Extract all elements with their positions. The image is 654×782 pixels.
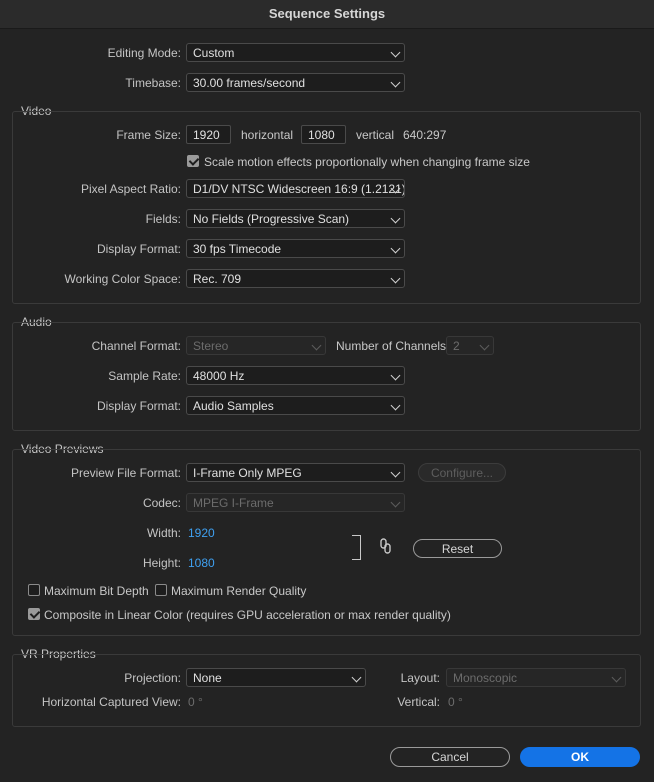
preview-width-label: Width: — [146, 526, 181, 540]
fields-value: No Fields (Progressive Scan) — [193, 212, 350, 226]
channel-format-dropdown[interactable]: Stereo — [186, 336, 326, 355]
cancel-button[interactable]: Cancel — [390, 747, 510, 767]
preview-format-value: I-Frame Only MPEG — [193, 466, 302, 480]
chevron-down-icon — [390, 243, 401, 254]
projection-dropdown[interactable]: None — [186, 668, 366, 687]
num-channels-dropdown[interactable]: 2 — [446, 336, 494, 355]
frame-size-label: Frame Size: — [116, 128, 181, 142]
codec-label: Codec: — [142, 496, 181, 510]
max-bit-depth-label: Maximum Bit Depth — [44, 584, 149, 598]
frame-width-input[interactable]: 1920 — [186, 125, 231, 144]
horizontal-label: horizontal — [241, 128, 294, 142]
title-bar: Sequence Settings — [0, 0, 654, 29]
chevron-down-icon — [390, 77, 401, 88]
vr-group — [12, 654, 641, 727]
max-render-quality-label: Maximum Render Quality — [171, 584, 307, 598]
linear-color-label: Composite in Linear Color (requires GPU … — [44, 608, 451, 622]
chevron-down-icon — [390, 213, 401, 224]
pixel-aspect-label: Pixel Aspect Ratio: — [80, 182, 181, 196]
audio-display-format-value: Audio Samples — [193, 399, 274, 413]
layout-dropdown[interactable]: Monoscopic — [446, 668, 626, 687]
preview-width-value[interactable]: 1920 — [188, 526, 215, 540]
scale-motion-label: Scale motion effects proportionally when… — [204, 155, 530, 169]
projection-value: None — [193, 671, 222, 685]
channel-format-label: Channel Format: — [91, 339, 181, 353]
sample-rate-value: 48000 Hz — [193, 369, 245, 383]
audio-display-format-dropdown[interactable]: Audio Samples — [186, 396, 405, 415]
color-space-label: Working Color Space: — [64, 272, 182, 286]
chevron-down-icon — [390, 370, 401, 381]
projection-label: Projection: — [124, 671, 181, 685]
timebase-dropdown[interactable]: 30.00 frames/second — [186, 73, 405, 92]
sample-rate-dropdown[interactable]: 48000 Hz — [186, 366, 405, 385]
dialog-title: Sequence Settings — [268, 6, 386, 21]
pixel-aspect-value: D1/DV NTSC Widescreen 16:9 (1.2121) — [193, 182, 405, 196]
chevron-down-icon — [311, 340, 322, 351]
sample-rate-label: Sample Rate: — [108, 369, 181, 383]
chain-link-icon[interactable] — [379, 538, 393, 554]
max-bit-depth-checkbox[interactable] — [28, 584, 40, 596]
timebase-value: 30.00 frames/second — [193, 76, 306, 90]
frame-height-input[interactable]: 1080 — [301, 125, 346, 144]
video-display-format-label: Display Format: — [96, 242, 181, 256]
chevron-down-icon — [611, 672, 622, 683]
max-render-quality-checkbox[interactable] — [155, 584, 167, 596]
configure-button[interactable]: Configure... — [418, 463, 506, 482]
linear-color-checkbox[interactable] — [28, 608, 40, 620]
layout-label: Layout: — [400, 671, 440, 685]
editing-mode-value: Custom — [193, 46, 235, 60]
chevron-down-icon — [390, 400, 401, 411]
fields-dropdown[interactable]: No Fields (Progressive Scan) — [186, 209, 405, 228]
preview-height-value[interactable]: 1080 — [188, 556, 215, 570]
preview-format-label: Preview File Format: — [70, 466, 181, 480]
scale-motion-checkbox[interactable] — [187, 155, 199, 167]
audio-display-format-label: Display Format: — [96, 399, 181, 413]
timebase-label: Timebase: — [125, 76, 181, 90]
codec-value: MPEG I-Frame — [193, 496, 274, 510]
preview-height-label: Height: — [142, 556, 181, 570]
chevron-down-icon — [351, 672, 362, 683]
vertical-captured-label: Vertical: — [397, 695, 440, 709]
ok-button[interactable]: OK — [520, 747, 640, 767]
vertical-label: vertical — [356, 128, 395, 142]
reset-button[interactable]: Reset — [413, 539, 502, 558]
chevron-down-icon — [390, 497, 401, 508]
video-display-format-dropdown[interactable]: 30 fps Timecode — [186, 239, 405, 258]
num-channels-value: 2 — [453, 339, 460, 353]
codec-dropdown[interactable]: MPEG I-Frame — [186, 493, 405, 512]
h-captured-value: 0 ° — [188, 695, 203, 709]
color-space-value: Rec. 709 — [193, 272, 242, 286]
chevron-down-icon — [479, 340, 490, 351]
channel-format-value: Stereo — [193, 339, 229, 353]
chevron-down-icon — [390, 467, 401, 478]
editing-mode-dropdown[interactable]: Custom — [186, 43, 405, 62]
color-space-dropdown[interactable]: Rec. 709 — [186, 269, 405, 288]
layout-value: Monoscopic — [453, 671, 518, 685]
h-captured-label: Horizontal Captured View: — [41, 695, 181, 709]
num-channels-label: Number of Channels: — [336, 339, 450, 353]
link-bracket — [352, 535, 361, 560]
aspect-ratio-text: 640:297 — [403, 128, 447, 142]
video-display-format-value: 30 fps Timecode — [193, 242, 282, 256]
chevron-down-icon — [390, 47, 401, 58]
fields-label: Fields: — [145, 212, 181, 226]
vertical-captured-value: 0 ° — [448, 695, 463, 709]
editing-mode-label: Editing Mode: — [107, 46, 181, 60]
chevron-down-icon — [390, 273, 401, 284]
pixel-aspect-dropdown[interactable]: D1/DV NTSC Widescreen 16:9 (1.2121) — [186, 179, 405, 198]
preview-format-dropdown[interactable]: I-Frame Only MPEG — [186, 463, 405, 482]
